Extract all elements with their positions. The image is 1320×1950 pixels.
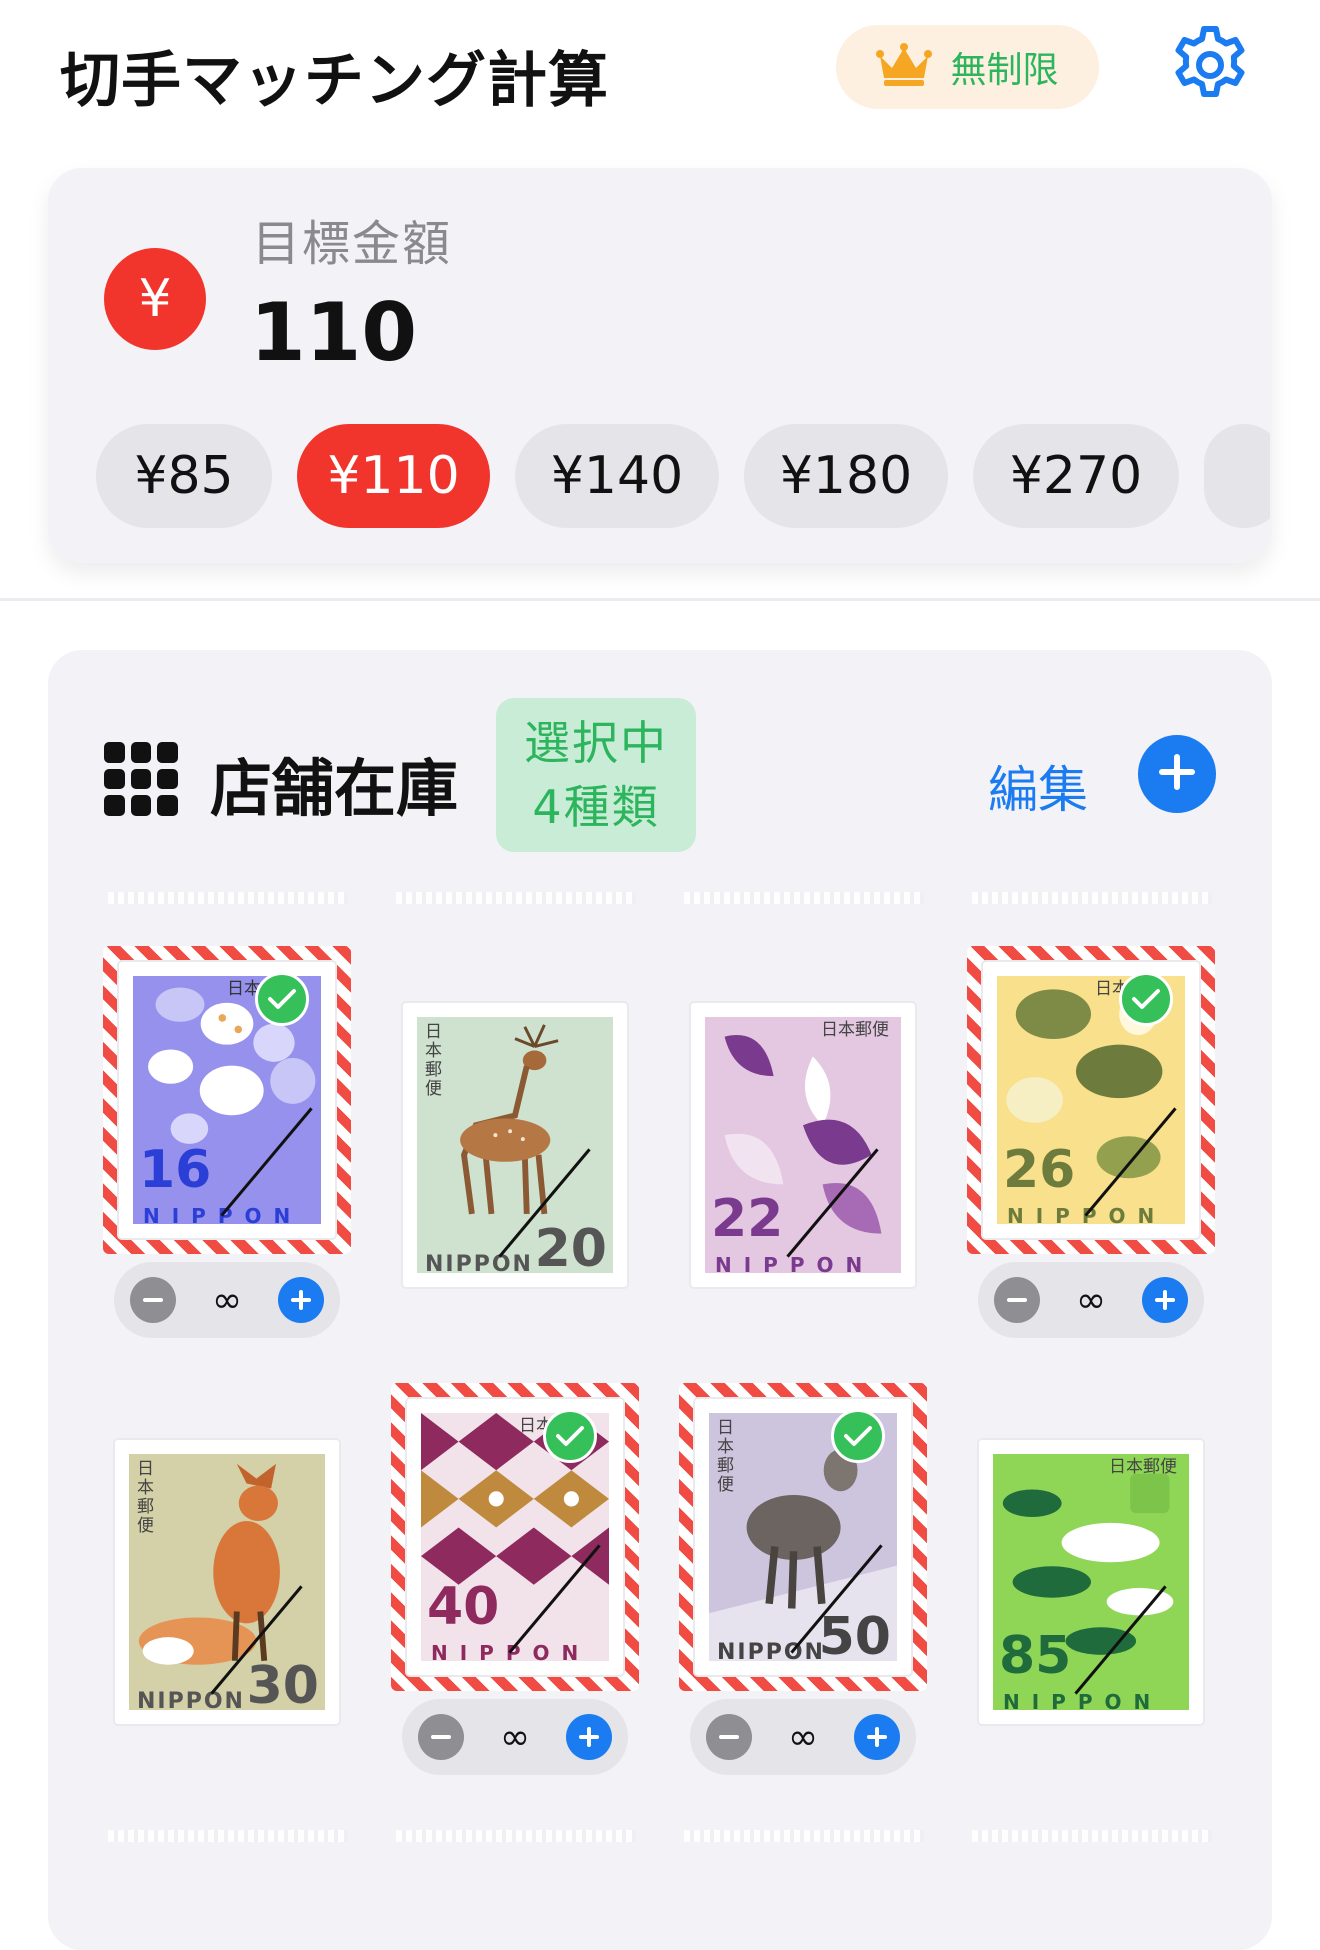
grid-icon — [104, 742, 178, 816]
stamp-card-50[interactable]: 日本郵便 NIPPON 50 ∞ — [678, 1383, 928, 1775]
crown-icon — [876, 42, 933, 92]
stamp-denomination: 50 — [818, 1607, 891, 1667]
premium-label: 無制限 — [950, 50, 1059, 91]
stamp-kanji: 日本郵便 — [137, 1459, 154, 1536]
preset-chip-270[interactable]: ¥270 — [973, 424, 1179, 528]
quantity-stepper[interactable]: ∞ — [690, 1699, 916, 1775]
target-amount-value[interactable]: 110 — [250, 286, 417, 379]
app-title: 切手マッチング計算 — [60, 46, 609, 116]
preset-chip-85[interactable]: ¥85 — [96, 424, 272, 528]
scrolled-row-edge — [972, 892, 1212, 904]
stamp-card-85[interactable]: 日本郵便 85 NIPPON — [966, 1432, 1216, 1732]
quantity-value: ∞ — [500, 1716, 530, 1758]
next-row-edge — [396, 1830, 636, 1842]
section-divider — [0, 598, 1320, 601]
increment-button[interactable] — [1142, 1277, 1188, 1323]
scrolled-row-edge — [684, 892, 924, 904]
decrement-button[interactable] — [706, 1714, 752, 1760]
store-inventory-card: 店舗在庫 選択中 4種類 編集 16 ∞ 日本郵便 NIPPON 20 日本郵便… — [48, 650, 1272, 1950]
next-row-edge — [108, 1830, 348, 1842]
next-row-edge — [684, 1830, 924, 1842]
checkmark-icon — [255, 972, 309, 1026]
stamp-30[interactable]: 日本郵便 NIPPON 30 — [107, 1432, 347, 1732]
stamp-card-22[interactable]: 日本郵便 22 NIPPON — [678, 995, 928, 1295]
stamp-country: NIPPON — [715, 1253, 875, 1277]
stamp-20[interactable]: 日本郵便 NIPPON 20 — [395, 995, 635, 1295]
increment-button[interactable] — [566, 1714, 612, 1760]
selection-count-badge: 選択中 4種類 — [496, 698, 696, 852]
quantity-stepper[interactable]: ∞ — [978, 1262, 1204, 1338]
preset-chip-partial[interactable] — [1204, 424, 1270, 528]
stamp-denomination: 85 — [999, 1626, 1072, 1686]
stamp-denomination: 16 — [139, 1140, 212, 1200]
stamp-country: NIPPON — [137, 1689, 245, 1714]
stamp-kanji: 日本郵便 — [425, 1022, 442, 1099]
inventory-title: 店舗在庫 — [210, 752, 459, 825]
checkmark-icon — [831, 1409, 885, 1463]
decrement-button[interactable] — [994, 1277, 1040, 1323]
stamp-denomination: 22 — [711, 1189, 784, 1249]
quantity-value: ∞ — [212, 1279, 242, 1321]
gear-icon — [1168, 23, 1252, 111]
checkmark-icon — [1119, 972, 1173, 1026]
stamp-16[interactable]: 日本郵便 16 NIPPON — [103, 946, 351, 1254]
stamp-kanji: 日本郵便 — [821, 1020, 889, 1040]
preset-chip-140[interactable]: ¥140 — [515, 424, 719, 528]
selection-line1: 選択中 — [524, 716, 668, 770]
stamp-50[interactable]: 日本郵便 NIPPON 50 — [679, 1383, 927, 1691]
preset-amount-row[interactable]: ¥85 ¥110 ¥140 ¥180 ¥270 — [96, 424, 1270, 530]
stamp-denomination: 20 — [534, 1219, 607, 1279]
selection-line2: 4種類 — [532, 780, 660, 834]
stamp-kanji: 日本郵便 — [717, 1418, 734, 1495]
stamp-country: NIPPON — [425, 1252, 533, 1277]
scrolled-row-edge — [396, 892, 636, 904]
stamp-card-40[interactable]: 日本郵便 40 NIPPON ∞ — [390, 1383, 640, 1775]
decrement-button[interactable] — [130, 1277, 176, 1323]
stamp-country: NIPPON — [717, 1640, 825, 1665]
stamp-country: NIPPON — [1003, 1690, 1163, 1714]
decrement-button[interactable] — [418, 1714, 464, 1760]
next-row-edge — [972, 1830, 1212, 1842]
quantity-stepper[interactable]: ∞ — [402, 1699, 628, 1775]
stamp-22[interactable]: 日本郵便 22 NIPPON — [683, 995, 923, 1295]
quantity-stepper[interactable]: ∞ — [114, 1262, 340, 1338]
plus-icon — [1157, 752, 1197, 796]
quantity-value: ∞ — [788, 1716, 818, 1758]
stamp-denomination: 40 — [427, 1577, 500, 1637]
increment-button[interactable] — [278, 1277, 324, 1323]
stamp-card-20[interactable]: 日本郵便 NIPPON 20 — [390, 995, 640, 1295]
target-amount-card: ¥ 目標金額 110 ¥85 ¥110 ¥140 ¥180 ¥270 — [48, 168, 1272, 563]
yen-icon: ¥ — [104, 248, 206, 350]
target-amount-label: 目標金額 — [252, 216, 453, 272]
scrolled-row-edge — [108, 892, 348, 904]
preset-chip-110[interactable]: ¥110 — [297, 424, 490, 528]
add-stamp-button[interactable] — [1138, 735, 1216, 813]
stamp-kanji: 日本郵便 — [1109, 1457, 1177, 1477]
stamp-denomination: 30 — [246, 1656, 319, 1716]
increment-button[interactable] — [854, 1714, 900, 1760]
premium-badge[interactable]: 無制限 — [836, 25, 1099, 109]
quantity-value: ∞ — [1076, 1279, 1106, 1321]
stamp-denomination: 26 — [1003, 1140, 1076, 1200]
stamp-85[interactable]: 日本郵便 85 NIPPON — [971, 1432, 1211, 1732]
stamp-card-30[interactable]: 日本郵便 NIPPON 30 — [102, 1432, 352, 1732]
stamp-26[interactable]: 日本郵便 26 NIPPON — [967, 946, 1215, 1254]
checkmark-icon — [543, 1409, 597, 1463]
settings-button[interactable] — [1165, 22, 1255, 112]
stamp-card-16[interactable]: 日本郵便 16 NIPPON ∞ — [102, 946, 352, 1338]
stamp-card-26[interactable]: 日本郵便 26 NIPPON ∞ — [966, 946, 1216, 1338]
stamp-40[interactable]: 日本郵便 40 NIPPON — [391, 1383, 639, 1691]
preset-chip-180[interactable]: ¥180 — [744, 424, 948, 528]
edit-button[interactable]: 編集 — [988, 750, 1088, 822]
